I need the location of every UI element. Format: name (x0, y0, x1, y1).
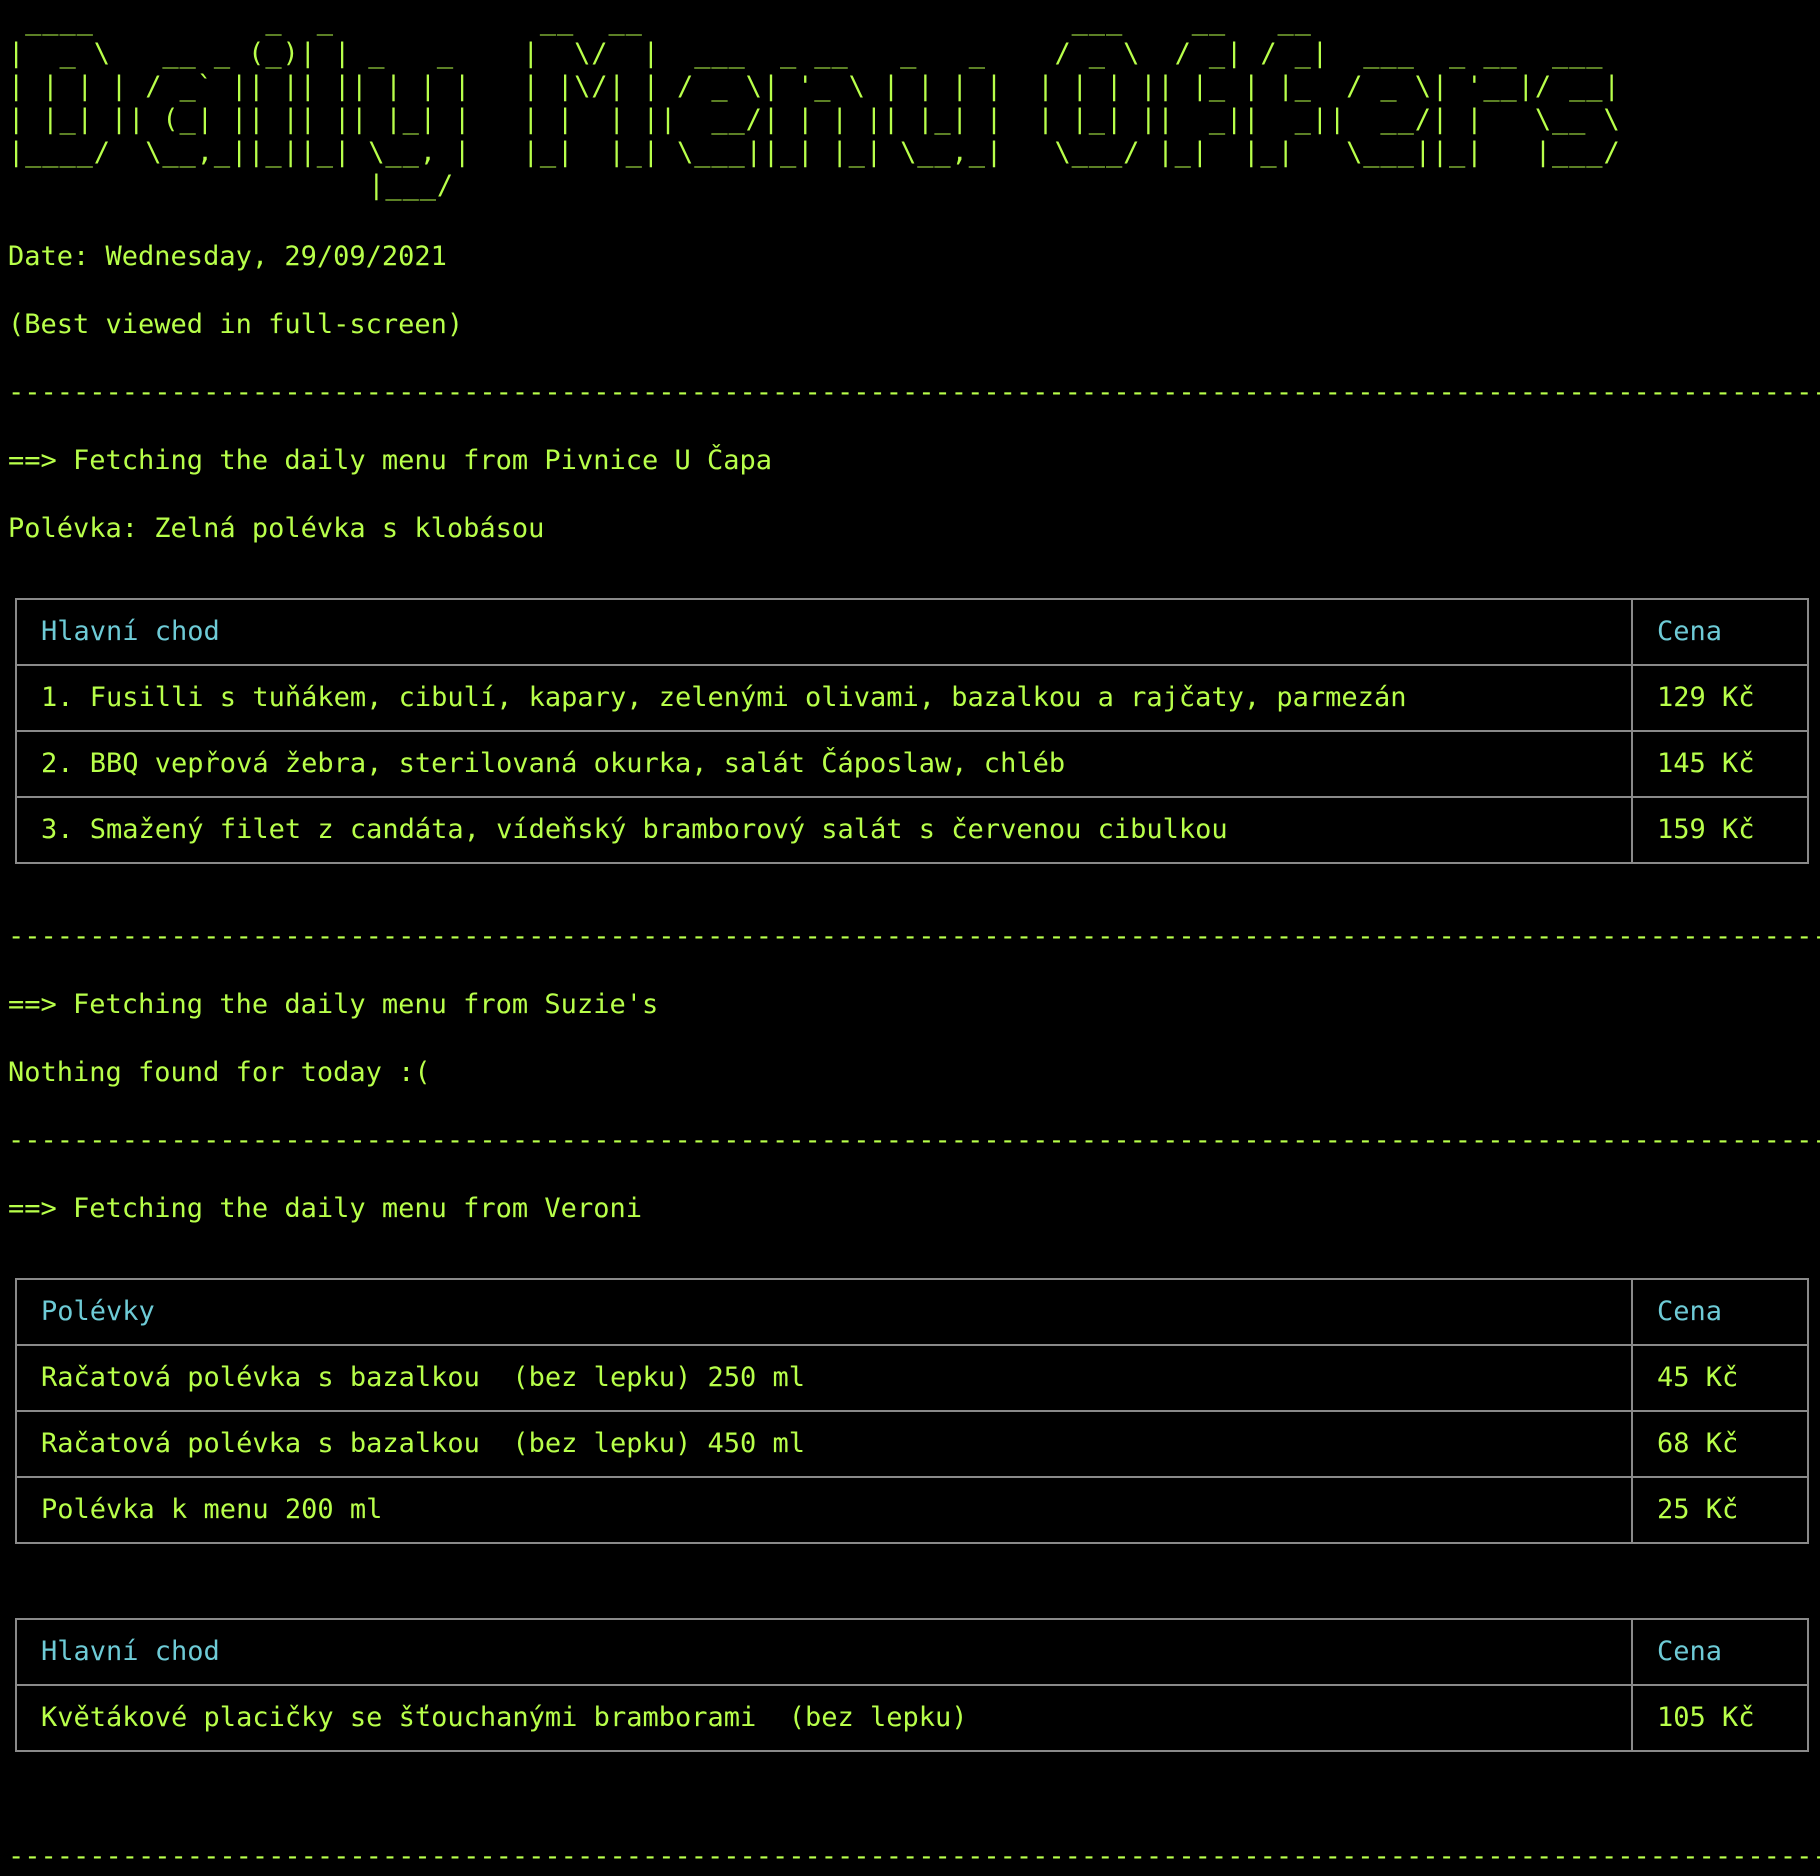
fetch-line-veroni: ==> Fetching the daily menu from Veroni (8, 1193, 642, 1224)
separator-line: ----------------------------------------… (8, 377, 1820, 408)
table-veroni-main-course: Hlavní chod Cena Květákové placičky se š… (15, 1618, 1809, 1752)
fetch-line-capa: ==> Fetching the daily menu from Pivnice… (8, 445, 773, 476)
column-header-price: Cena (1631, 598, 1809, 666)
fullscreen-hint: (Best viewed in full-screen) (8, 309, 464, 340)
dish-cell: Račatová polévka s bazalkou (bez lepku) … (15, 1410, 1633, 1478)
table-header-row: Hlavní chod Cena (15, 1618, 1809, 1686)
soup-line-capa: Polévka: Zelná polévka s klobásou (8, 513, 545, 544)
column-header-dish: Hlavní chod (15, 598, 1633, 666)
table-veroni-soups: Polévky Cena Račatová polévka s bazalkou… (15, 1278, 1809, 1544)
table-row: Polévka k menu 200 ml 25 Kč (15, 1476, 1809, 1544)
price-cell: 105 Kč (1631, 1684, 1809, 1752)
banner-line: ____ _ _ __ __ ___ __ __ (8, 5, 1621, 36)
banner-line: | | | | / _` || || || | | | | |\/| | / _… (8, 71, 1621, 102)
table-row: 2. BBQ vepřová žebra, sterilovaná okurka… (15, 730, 1809, 798)
dish-cell: 1. Fusilli s tuňákem, cibulí, kapary, ze… (15, 664, 1633, 732)
banner-line: | |_| || (_| || || || |_| | | | | || __/… (8, 104, 1621, 135)
dish-cell: Račatová polévka s bazalkou (bez lepku) … (15, 1344, 1633, 1412)
separator-line: ----------------------------------------… (8, 1841, 1820, 1872)
dish-cell: 2. BBQ vepřová žebra, sterilovaná okurka… (15, 730, 1633, 798)
table-row: Račatová polévka s bazalkou (bez lepku) … (15, 1344, 1809, 1412)
price-cell: 159 Kč (1631, 796, 1809, 864)
table-header-row: Hlavní chod Cena (15, 598, 1809, 666)
banner-line: |____/ \__,_||_||_| \__, | |_| |_| \___|… (8, 137, 1621, 168)
table-row: Račatová polévka s bazalkou (bez lepku) … (15, 1410, 1809, 1478)
column-header-soups: Polévky (15, 1278, 1633, 1346)
date-line: Date: Wednesday, 29/09/2021 (8, 241, 447, 272)
price-cell: 145 Kč (1631, 730, 1809, 798)
banner-line: | _ \ __ _ (_)| | _ _ | \/ | ___ _ __ _ … (8, 38, 1621, 69)
dish-cell: 3. Smažený filet z candáta, vídeňský bra… (15, 796, 1633, 864)
table-row: 1. Fusilli s tuňákem, cibulí, kapary, ze… (15, 664, 1809, 732)
column-header-price: Cena (1631, 1278, 1809, 1346)
price-cell: 25 Kč (1631, 1476, 1809, 1544)
price-cell: 45 Kč (1631, 1344, 1809, 1412)
table-row: Květákové placičky se šťouchanými brambo… (15, 1684, 1809, 1752)
table-capa-main-course: Hlavní chod Cena 1. Fusilli s tuňákem, c… (15, 598, 1809, 864)
price-cell: 129 Kč (1631, 664, 1809, 732)
dish-cell: Květákové placičky se šťouchanými brambo… (15, 1684, 1633, 1752)
price-cell: 68 Kč (1631, 1410, 1809, 1478)
table-header-row: Polévky Cena (15, 1278, 1809, 1346)
column-header-price: Cena (1631, 1618, 1809, 1686)
table-row: 3. Smažený filet z candáta, vídeňský bra… (15, 796, 1809, 864)
column-header-dish: Hlavní chod (15, 1618, 1633, 1686)
banner-line: |___/ (8, 170, 1638, 201)
ascii-banner-title: ____ _ _ __ __ ___ __ __ | _ \ __ _ (_)|… (8, 4, 1638, 202)
empty-result-suzies: Nothing found for today :( (8, 1057, 431, 1088)
separator-line: ----------------------------------------… (8, 921, 1820, 952)
fetch-line-suzies: ==> Fetching the daily menu from Suzie's (8, 989, 659, 1020)
dish-cell: Polévka k menu 200 ml (15, 1476, 1633, 1544)
separator-line: ----------------------------------------… (8, 1125, 1820, 1156)
